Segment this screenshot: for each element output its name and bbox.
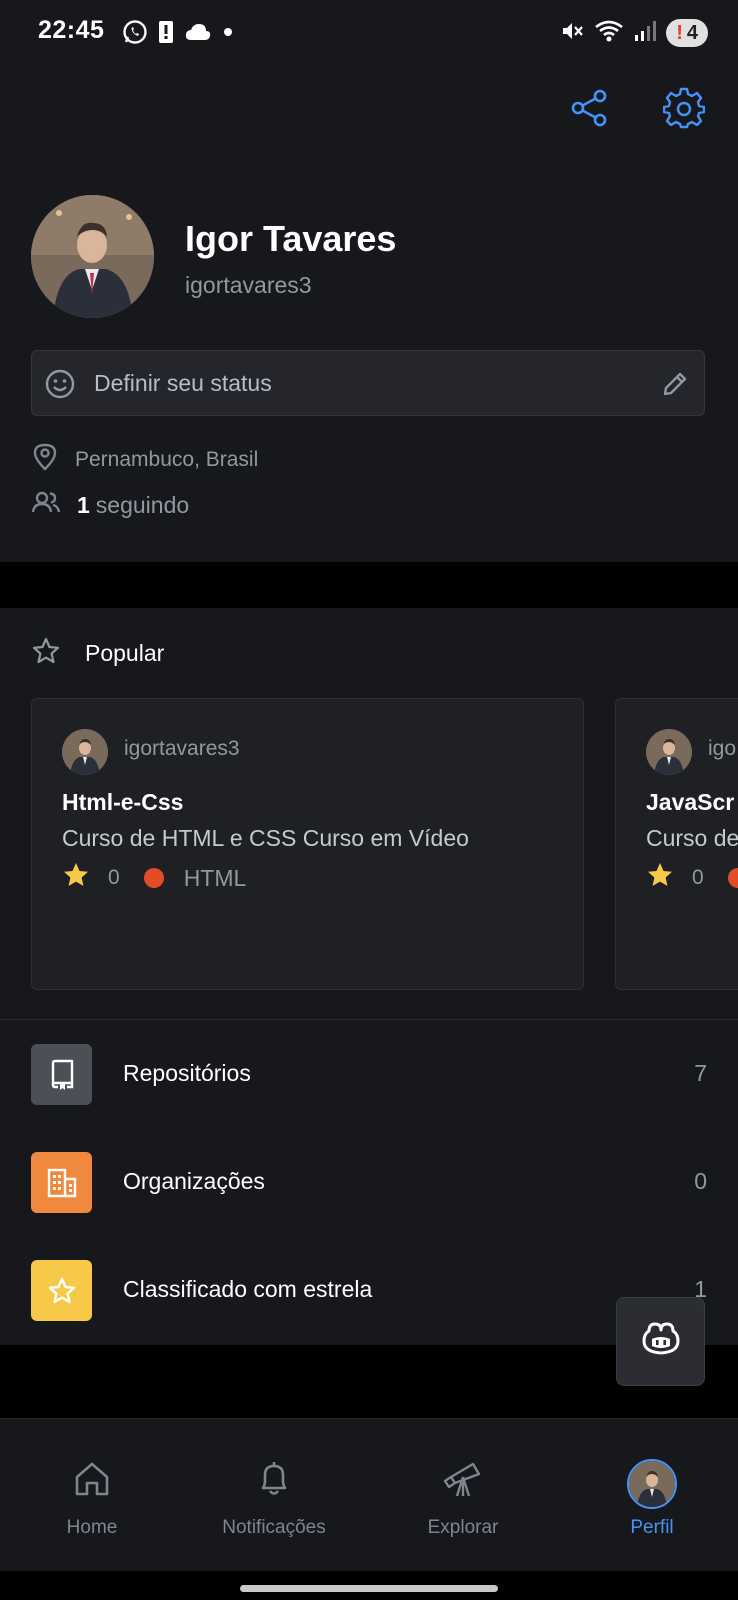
nav-explore[interactable]: Explorar (371, 1419, 555, 1571)
status-left-icons (122, 19, 234, 50)
badge-alert-icon: ! (676, 21, 683, 44)
copilot-button[interactable] (616, 1297, 705, 1386)
badge-count: 4 (686, 21, 698, 44)
popular-section: Popular igortavares3 Html-e-Css Curso de… (0, 608, 738, 1020)
mute-icon (560, 19, 584, 48)
nav-label: Home (66, 1517, 118, 1538)
signal-icon (634, 19, 657, 48)
profile-header: Igor Tavares igortavares3 Definir seu st… (0, 68, 738, 562)
settings-button[interactable] (662, 87, 706, 134)
repo-language: HTML (183, 864, 247, 891)
telescope-icon (441, 1459, 485, 1504)
star-icon (31, 1260, 92, 1321)
owner-avatar (62, 729, 108, 775)
notification-badge: ! 4 (666, 19, 708, 47)
whatsapp-icon (122, 19, 148, 50)
avatar (627, 1459, 677, 1509)
profile-name: Igor Tavares (185, 218, 397, 259)
following-count: 1 (77, 492, 90, 518)
status-bar: 22:45 ! 4 (0, 0, 738, 68)
dot-icon (222, 25, 234, 43)
bell-icon (254, 1459, 294, 1504)
repo-name: JavaScr (646, 789, 735, 815)
nav-label: Perfil (630, 1517, 674, 1538)
star-outline-icon (31, 636, 61, 671)
organization-icon (31, 1152, 92, 1213)
list-label: Repositórios (123, 1060, 251, 1086)
list-count: 7 (694, 1060, 707, 1086)
status-right-icons: ! 4 (560, 18, 708, 48)
location-icon (31, 442, 59, 477)
status-time: 22:45 (38, 16, 105, 44)
alert-icon (158, 19, 174, 50)
people-icon (31, 490, 61, 521)
location-row: Pernambuco, Brasil (31, 442, 258, 477)
repo-owner: igortavares3 (124, 737, 240, 760)
following-label: seguindo (95, 492, 190, 518)
home-indicator[interactable] (240, 1585, 498, 1592)
repo-name: Html-e-Css (62, 789, 184, 815)
home-icon (72, 1459, 112, 1504)
nav-notifications[interactable]: Notificações (182, 1419, 366, 1571)
pencil-icon (660, 369, 690, 404)
owner-avatar (646, 729, 692, 775)
popular-header: Popular (31, 636, 164, 671)
list-item-repositories[interactable]: Repositórios 7 (0, 1020, 738, 1128)
gear-icon (662, 87, 706, 134)
repo-owner: igo (708, 737, 737, 760)
repo-icon (31, 1044, 92, 1105)
copilot-icon (641, 1321, 681, 1362)
list-label: Classificado com estrela (123, 1276, 373, 1302)
following-text: 1 seguindo (77, 492, 189, 519)
profile-login: igortavares3 (185, 272, 312, 298)
language-color-dot (727, 868, 738, 888)
star-filled-icon (646, 861, 674, 895)
popular-title: Popular (85, 640, 165, 666)
following-row[interactable]: 1 seguindo (31, 490, 189, 521)
share-icon (570, 88, 610, 133)
nav-label: Explorar (427, 1517, 499, 1538)
nav-home[interactable]: Home (0, 1419, 184, 1571)
list-item-organizations[interactable]: Organizações 0 (0, 1128, 738, 1236)
repo-description: Curso de (646, 825, 738, 851)
smiley-icon (44, 368, 76, 405)
repo-stats: 0 HTML (62, 861, 246, 895)
wifi-icon (594, 19, 624, 48)
set-status-label: Definir seu status (94, 370, 272, 396)
nav-label: Notificações (222, 1517, 326, 1538)
bottom-navigation: Home Notificações Explorar Perfil (0, 1418, 738, 1571)
list-label: Organizações (123, 1168, 265, 1194)
star-count: 0 (108, 866, 120, 889)
list-count: 0 (694, 1168, 707, 1194)
repo-description: Curso de HTML e CSS Curso em Vídeo (62, 825, 469, 851)
nav-profile[interactable]: Perfil (560, 1419, 738, 1571)
screen: 22:45 ! 4 Igor Tavares igortavares3 Defi… (0, 0, 738, 1600)
repo-card[interactable]: igo JavaScr Curso de 0 (615, 698, 738, 990)
location-text: Pernambuco, Brasil (75, 447, 259, 471)
share-button[interactable] (568, 88, 612, 132)
star-filled-icon (62, 861, 90, 895)
avatar[interactable] (31, 195, 154, 318)
set-status-button[interactable]: Definir seu status (31, 350, 705, 416)
star-count: 0 (692, 866, 704, 889)
repo-stats: 0 (646, 861, 738, 895)
language-color-dot (143, 868, 164, 888)
repo-card[interactable]: igortavares3 Html-e-Css Curso de HTML e … (31, 698, 584, 990)
cloud-icon (184, 21, 212, 48)
